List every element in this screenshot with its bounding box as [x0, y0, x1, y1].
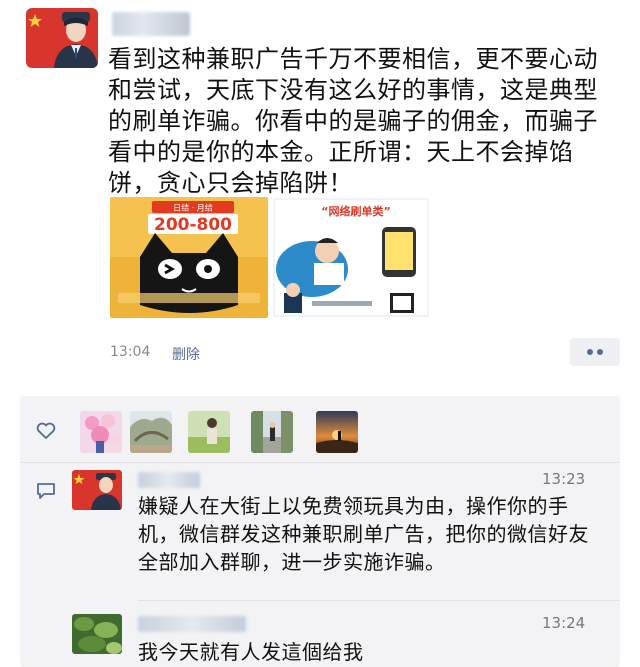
tmall-cat-ad-image[interactable]: 日结 · 月结 200-800 — [110, 197, 268, 318]
online-brush-order-cartoon-image[interactable]: “网络刷单类” — [272, 197, 430, 318]
comment-time: 13:24 — [542, 614, 586, 632]
liker-avatar-street[interactable] — [251, 411, 293, 453]
likes-row — [20, 396, 620, 466]
comment-avatar-officer[interactable] — [72, 470, 122, 510]
liker-avatar-tree[interactable] — [130, 411, 172, 453]
post-time: 13:04 — [110, 344, 151, 360]
dot-icon — [597, 349, 603, 355]
post-text: 看到这种兼职广告千万不要相信，更不要心动和尝试，天底下没有这么好的事情，这是典型… — [108, 45, 598, 197]
dot-icon — [587, 349, 593, 355]
more-options-button[interactable] — [570, 338, 620, 366]
author-avatar[interactable] — [26, 8, 98, 68]
comment-divider — [138, 600, 620, 601]
comment-author-name[interactable] — [138, 472, 200, 488]
comment-time: 13:23 — [542, 470, 586, 488]
liker-avatar-flowers[interactable] — [80, 411, 122, 453]
comment-text[interactable]: 我今天就有人发這個给我 — [138, 638, 608, 666]
author-name[interactable] — [112, 12, 190, 36]
ad-top-text: 日结 · 月结 — [173, 203, 213, 213]
comment-author-name[interactable] — [138, 616, 246, 632]
moments-post: 看到这种兼职广告千万不要相信，更不要心动和尝试，天底下没有这么好的事情，这是典型… — [0, 0, 640, 390]
delete-button[interactable]: 删除 — [172, 344, 200, 364]
liker-avatar-person-grass[interactable] — [188, 411, 230, 453]
cartoon-title: “网络刷单类” — [321, 204, 390, 218]
liker-avatar-sunset[interactable] — [316, 411, 358, 453]
comment-icon — [37, 483, 55, 499]
ad-banner-text: 200-800 — [154, 215, 232, 235]
divider — [20, 462, 620, 463]
interaction-panel: 13:23 嫌疑人在大街上以免费领玩具为由，操作你的手机，微信群发这种兼职刷单广… — [20, 396, 620, 667]
heart-icon — [36, 422, 56, 439]
comment-avatar-leaves[interactable] — [72, 614, 122, 654]
comment-text[interactable]: 嫌疑人在大街上以免费领玩具为由，操作你的手机，微信群发这种兼职刷单广告，把你的微… — [138, 492, 608, 576]
